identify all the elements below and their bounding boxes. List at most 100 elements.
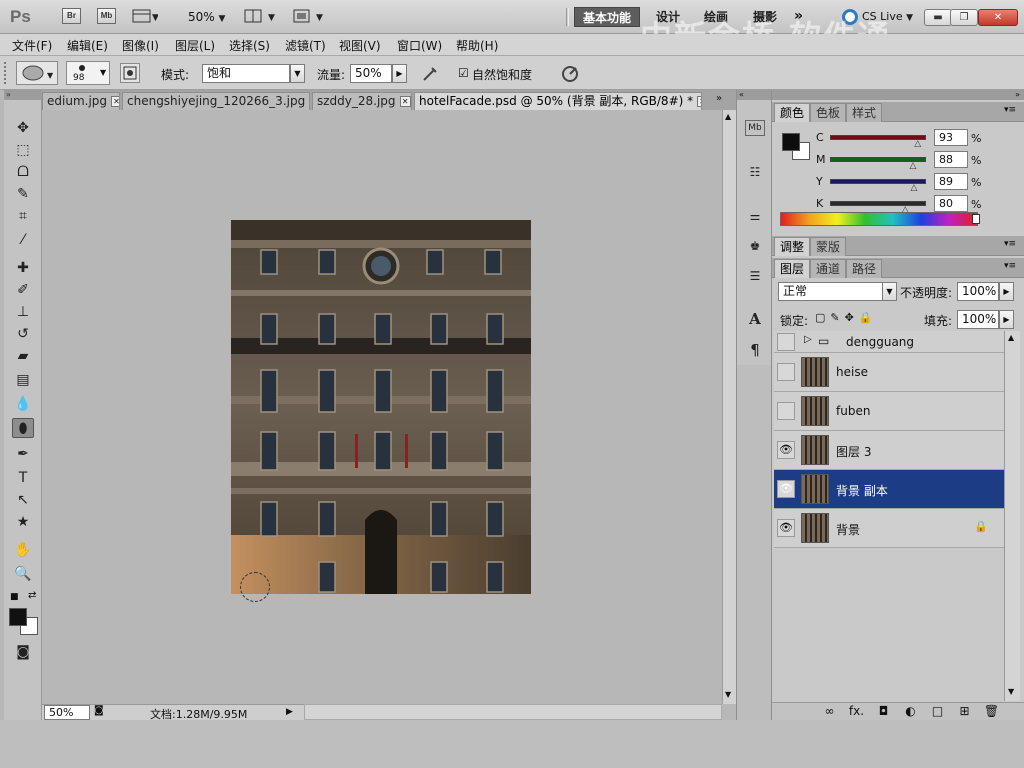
- hotel-facade-image[interactable]: [231, 220, 531, 594]
- character-panel-icon[interactable]: A: [745, 310, 765, 330]
- quick-select-tool-icon[interactable]: ✎: [12, 184, 34, 204]
- pressure-toggle[interactable]: [560, 64, 580, 84]
- brush-panel-toggle[interactable]: [120, 63, 140, 83]
- tool-preset-picker[interactable]: ▼: [16, 61, 58, 85]
- close-icon[interactable]: ✕: [697, 96, 701, 107]
- eraser-tool-icon[interactable]: ▰: [12, 346, 34, 366]
- eye-icon[interactable]: 👁: [777, 441, 795, 459]
- channel-slider-track[interactable]: [830, 201, 926, 206]
- layer-group-row[interactable]: ▷ ▭ dengguang: [774, 331, 1004, 353]
- tab-paths[interactable]: 路径: [846, 259, 883, 278]
- lock-all-icon[interactable]: 🔒: [859, 311, 878, 324]
- trash-icon[interactable]: 🗑: [978, 704, 1005, 718]
- menu-window[interactable]: 窗口(W): [397, 37, 442, 54]
- layers-scrollbar[interactable]: ▲ ▼: [1004, 331, 1020, 701]
- scroll-up-icon[interactable]: ▲: [725, 112, 731, 121]
- workspace-essentials[interactable]: 基本功能: [574, 7, 641, 27]
- path-select-tool-icon[interactable]: ↖: [12, 490, 34, 510]
- hand-tool-icon[interactable]: ✋: [12, 540, 34, 560]
- tab-masks[interactable]: 蒙版: [810, 237, 847, 256]
- mode-select[interactable]: 饱和: [202, 64, 290, 83]
- arrange-documents-button[interactable]: ▼: [244, 8, 280, 24]
- tab-overflow-button[interactable]: »: [716, 93, 722, 104]
- canvas-area[interactable]: [42, 110, 722, 704]
- minibridge-panel-icon[interactable]: Mb: [745, 120, 765, 136]
- fill-slider-arrow[interactable]: ▶: [999, 310, 1014, 329]
- view-extras-button[interactable]: ▼: [132, 8, 159, 24]
- quick-mask-icon[interactable]: ◙: [12, 642, 34, 662]
- clone-stamp-tool-icon[interactable]: ⊥: [12, 302, 34, 322]
- channel-value-input[interactable]: 89: [934, 173, 968, 190]
- brush-tool-icon[interactable]: ✐: [12, 280, 34, 300]
- type-tool-icon[interactable]: T: [12, 468, 34, 488]
- tab-color[interactable]: 颜色: [774, 103, 811, 122]
- foreground-color-swatch[interactable]: [9, 608, 27, 626]
- slider-thumb-icon[interactable]: △: [914, 139, 921, 149]
- panels-collapse-button[interactable]: »: [772, 90, 1024, 100]
- scroll-up-icon[interactable]: ▲: [1008, 333, 1014, 342]
- tab-hotelfacade[interactable]: hotelFacade.psd @ 50% (背景 副本, RGB/8#) *✕: [414, 92, 702, 110]
- history-brush-tool-icon[interactable]: ↺: [12, 324, 34, 344]
- menu-help[interactable]: 帮助(H): [456, 37, 498, 54]
- pen-tool-icon[interactable]: ✒: [12, 444, 34, 464]
- layer-row[interactable]: 👁 背景 🔒: [774, 509, 1004, 548]
- tab-szddy[interactable]: szddy_28.jpg ✕: [312, 92, 412, 110]
- tab-swatches[interactable]: 色板: [810, 103, 847, 122]
- screen-mode-button[interactable]: ▼: [292, 8, 328, 24]
- swap-colors-icon[interactable]: ⇄: [28, 590, 36, 601]
- airbrush-toggle[interactable]: [420, 64, 440, 84]
- tab-adjustments[interactable]: 调整: [774, 237, 811, 256]
- tab-styles[interactable]: 样式: [846, 103, 883, 122]
- lock-position-icon[interactable]: ✥: [845, 311, 859, 324]
- marquee-tool-icon[interactable]: ⬚: [12, 140, 34, 160]
- blend-mode-select[interactable]: 正常: [778, 282, 884, 301]
- bridge-button[interactable]: Br: [62, 8, 81, 24]
- slider-thumb-icon[interactable]: △: [909, 161, 916, 171]
- lock-pixels-icon[interactable]: ✎: [830, 311, 844, 324]
- channel-value-input[interactable]: 80: [934, 195, 968, 212]
- close-icon[interactable]: ✕: [399, 96, 411, 107]
- add-mask-icon[interactable]: ◘: [870, 704, 897, 718]
- mini-bridge-button[interactable]: Mb: [97, 8, 116, 24]
- menu-file[interactable]: 文件(F): [12, 37, 52, 54]
- opacity-input[interactable]: 100%: [957, 282, 999, 301]
- ramp-white-swatch[interactable]: [972, 214, 980, 224]
- flow-slider-arrow[interactable]: ▶: [392, 64, 407, 83]
- link-layers-icon[interactable]: ∞: [816, 704, 843, 718]
- history-panel-icon[interactable]: ☷: [745, 162, 765, 182]
- restore-button[interactable]: ❐: [950, 9, 978, 26]
- eye-icon[interactable]: [777, 363, 795, 381]
- options-grip[interactable]: [4, 62, 12, 84]
- lock-transparency-icon[interactable]: ▢: [815, 311, 830, 324]
- canvas-vertical-scrollbar[interactable]: ▲ ▼: [722, 110, 736, 704]
- layer-row[interactable]: heise: [774, 353, 1004, 392]
- blur-tool-icon[interactable]: 💧: [12, 394, 34, 414]
- eye-icon[interactable]: 👁: [777, 519, 795, 537]
- menu-edit[interactable]: 编辑(E): [67, 37, 108, 54]
- menu-layer[interactable]: 图层(L): [175, 37, 215, 54]
- canvas-horizontal-scrollbar[interactable]: [304, 704, 722, 720]
- tools-collapse-button[interactable]: »: [4, 90, 42, 100]
- minimize-button[interactable]: ▬: [924, 9, 952, 26]
- clone-source-panel-icon[interactable]: ♚: [745, 236, 765, 256]
- share-icon[interactable]: ◙: [94, 705, 112, 720]
- lock-options[interactable]: ▢✎✥🔒: [815, 311, 878, 324]
- menu-filter[interactable]: 滤镜(T): [285, 37, 326, 54]
- lasso-tool-icon[interactable]: ᗝ: [12, 162, 34, 182]
- zoom-tool-icon[interactable]: 🔍: [12, 564, 34, 584]
- tab-chengshiyejing[interactable]: chengshiyejing_120266_3.jpg✕: [122, 92, 310, 110]
- actions-panel-icon[interactable]: ☰: [745, 266, 765, 286]
- eye-icon[interactable]: 👁: [777, 480, 795, 498]
- healing-brush-tool-icon[interactable]: ✚: [12, 258, 34, 278]
- panel-menu-icon[interactable]: ▾≡: [1004, 261, 1016, 271]
- chevron-down-icon[interactable]: ▼: [882, 282, 897, 301]
- menu-select[interactable]: 选择(S): [229, 37, 270, 54]
- shape-tool-icon[interactable]: ★: [12, 512, 34, 532]
- channel-value-input[interactable]: 93: [934, 129, 968, 146]
- eye-icon[interactable]: [777, 402, 795, 420]
- flow-input[interactable]: 50%: [350, 64, 392, 83]
- menu-view[interactable]: 视图(V): [339, 37, 381, 54]
- fx-icon[interactable]: fx.: [843, 704, 870, 718]
- menu-image[interactable]: 图像(I): [122, 37, 159, 54]
- new-group-icon[interactable]: □: [924, 704, 951, 718]
